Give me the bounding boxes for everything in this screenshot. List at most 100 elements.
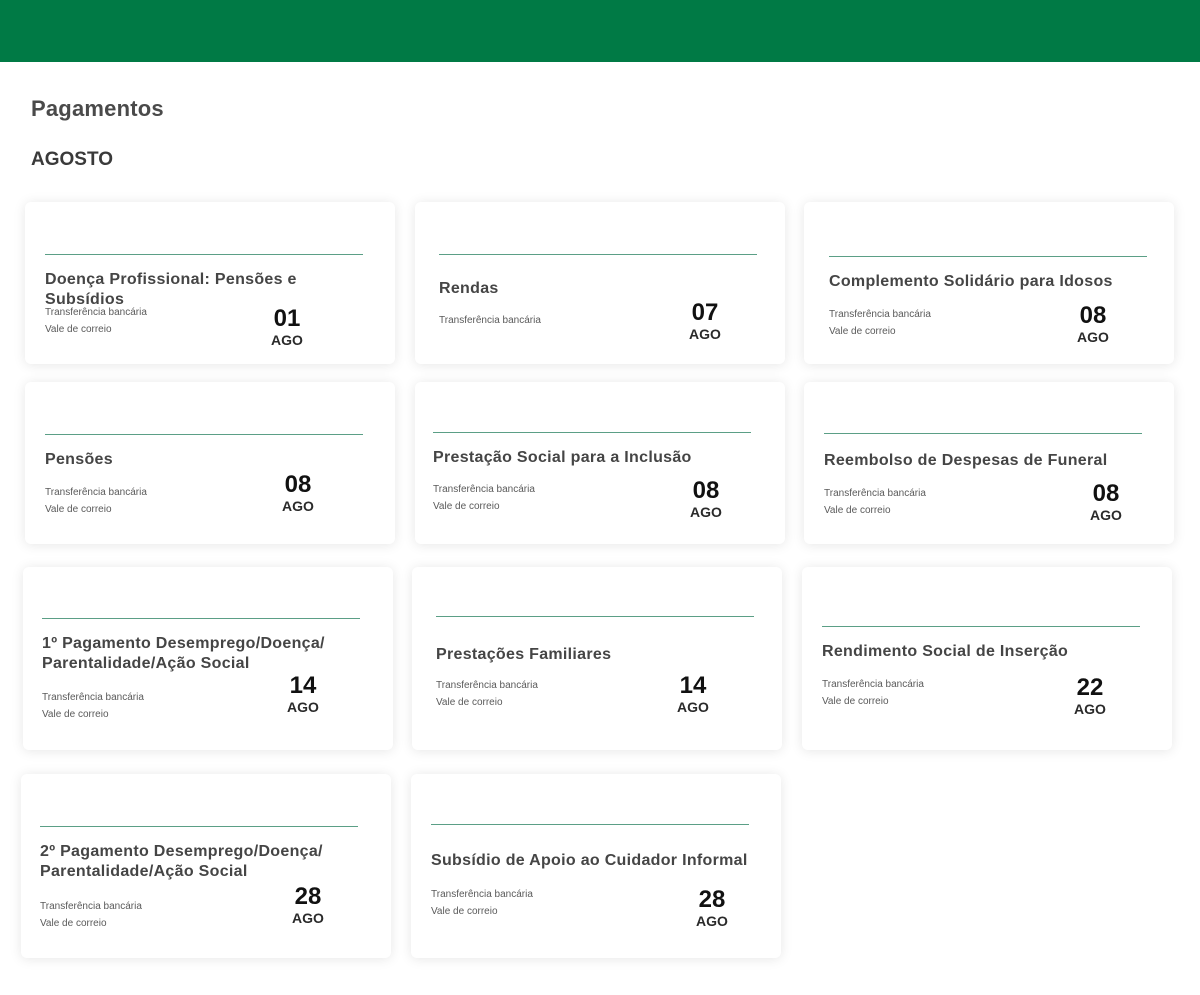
payment-method: Transferência bancária	[824, 488, 926, 499]
payment-methods: Transferência bancária Vale de correio	[42, 689, 144, 723]
payment-month: AGO	[1090, 507, 1122, 523]
payment-methods: Transferência bancária Vale de correio	[822, 676, 924, 710]
payment-method: Transferência bancária	[433, 484, 535, 495]
card-title: Prestação Social para a Inclusão	[433, 449, 692, 466]
payment-date: 14 AGO	[273, 672, 333, 716]
payment-method: Transferência bancária	[439, 315, 541, 326]
payment-card[interactable]: 1º Pagamento Desemprego/Doença/ Parental…	[23, 567, 393, 750]
card-title: Subsídio de Apoio ao Cuidador Informal	[431, 852, 748, 869]
payment-methods: Transferência bancária Vale de correio	[436, 677, 538, 711]
payment-day: 08	[692, 477, 720, 504]
payment-methods: Transferência bancária Vale de correio	[824, 485, 926, 519]
payment-card[interactable]: Rendimento Social de Inserção Transferên…	[802, 567, 1172, 750]
payment-method: Vale de correio	[433, 501, 500, 512]
month-heading: AGOSTO	[31, 149, 113, 170]
payment-month: AGO	[1074, 701, 1106, 717]
payment-day: 08	[1079, 302, 1107, 329]
card-divider	[824, 433, 1142, 434]
payment-day: 28	[294, 883, 322, 910]
card-title: Prestações Familiares	[436, 646, 612, 663]
card-divider	[436, 616, 754, 617]
payment-card[interactable]: Doença Profissional: Pensões e Subsídios…	[25, 202, 395, 364]
payment-method: Vale de correio	[40, 918, 107, 929]
payment-month: AGO	[292, 910, 324, 926]
payment-method: Transferência bancária	[829, 309, 931, 320]
payment-day: 28	[698, 886, 726, 913]
payment-date: 22 AGO	[1060, 674, 1120, 718]
payment-day: 08	[1092, 480, 1120, 507]
payment-date: 08 AGO	[676, 477, 736, 521]
card-title: Reembolso de Despesas de Funeral	[824, 452, 1108, 469]
payment-method: Vale de correio	[431, 906, 498, 917]
payment-card[interactable]: 2º Pagamento Desemprego/Doença/ Parental…	[21, 774, 391, 958]
payment-day: 22	[1076, 674, 1104, 701]
payment-methods: Transferência bancária Vale de correio	[45, 304, 147, 338]
payment-methods: Transferência bancária Vale de correio	[45, 484, 147, 518]
card-title: 2º Pagamento Desemprego/Doença/ Parental…	[40, 843, 323, 880]
payment-card[interactable]: Reembolso de Despesas de Funeral Transfe…	[804, 382, 1174, 544]
payment-date: 08 AGO	[1076, 480, 1136, 524]
card-divider	[431, 824, 749, 825]
card-divider	[40, 826, 358, 827]
payment-method: Vale de correio	[824, 505, 891, 516]
payment-day: 07	[691, 299, 719, 326]
payment-date: 08 AGO	[1063, 302, 1123, 346]
payment-month: AGO	[677, 699, 709, 715]
payment-method: Vale de correio	[436, 697, 503, 708]
payment-card[interactable]: Rendas Transferência bancária 07 AGO	[415, 202, 785, 364]
payment-date: 28 AGO	[278, 883, 338, 927]
payment-method: Transferência bancária	[40, 901, 142, 912]
payment-card[interactable]: Subsídio de Apoio ao Cuidador Informal T…	[411, 774, 781, 958]
payment-month: AGO	[271, 332, 303, 348]
card-divider	[42, 618, 360, 619]
payment-month: AGO	[287, 699, 319, 715]
payment-month: AGO	[689, 326, 721, 342]
payment-day: 08	[284, 471, 312, 498]
payment-methods: Transferência bancária Vale de correio	[433, 481, 535, 515]
payment-card[interactable]: Pensões Transferência bancária Vale de c…	[25, 382, 395, 544]
payment-methods: Transferência bancária Vale de correio	[431, 886, 533, 920]
payment-month: AGO	[282, 498, 314, 514]
payment-method: Vale de correio	[829, 326, 896, 337]
payment-card[interactable]: Complemento Solidário para Idosos Transf…	[804, 202, 1174, 364]
payment-method: Transferência bancária	[42, 692, 144, 703]
payment-month: AGO	[696, 913, 728, 929]
payment-date: 07 AGO	[675, 299, 735, 343]
card-title: Rendas	[439, 280, 499, 297]
top-header-bar	[0, 0, 1200, 62]
payment-month: AGO	[1077, 329, 1109, 345]
payment-method: Vale de correio	[42, 709, 109, 720]
payment-day: 14	[679, 672, 707, 699]
card-divider	[822, 626, 1140, 627]
payment-method: Transferência bancária	[822, 679, 924, 690]
payment-methods: Transferência bancária Vale de correio	[829, 306, 931, 340]
payment-method: Transferência bancária	[45, 307, 147, 318]
card-title: Pensões	[45, 451, 113, 468]
payment-date: 08 AGO	[268, 471, 328, 515]
payment-method: Transferência bancária	[45, 487, 147, 498]
payment-month: AGO	[690, 504, 722, 520]
payment-methods: Transferência bancária Vale de correio	[40, 898, 142, 932]
card-divider	[45, 434, 363, 435]
payment-methods: Transferência bancária	[439, 312, 541, 329]
card-title: Complemento Solidário para Idosos	[829, 273, 1113, 290]
payment-method: Vale de correio	[822, 696, 889, 707]
card-divider	[439, 254, 757, 255]
payment-date: 01 AGO	[257, 305, 317, 349]
payment-method: Vale de correio	[45, 504, 112, 515]
payment-card[interactable]: Prestação Social para a Inclusão Transfe…	[415, 382, 785, 544]
payment-date: 14 AGO	[663, 672, 723, 716]
card-title: Rendimento Social de Inserção	[822, 643, 1069, 660]
payment-date: 28 AGO	[682, 886, 742, 930]
payment-method: Transferência bancária	[436, 680, 538, 691]
page-title: Pagamentos	[31, 96, 164, 121]
payment-card[interactable]: Prestações Familiares Transferência banc…	[412, 567, 782, 750]
card-divider	[433, 432, 751, 433]
card-title: 1º Pagamento Desemprego/Doença/ Parental…	[42, 635, 325, 672]
payment-day: 01	[273, 305, 301, 332]
payment-day: 14	[289, 672, 317, 699]
card-divider	[45, 254, 363, 255]
card-divider	[829, 256, 1147, 257]
payment-method: Vale de correio	[45, 324, 112, 335]
payment-method: Transferência bancária	[431, 889, 533, 900]
